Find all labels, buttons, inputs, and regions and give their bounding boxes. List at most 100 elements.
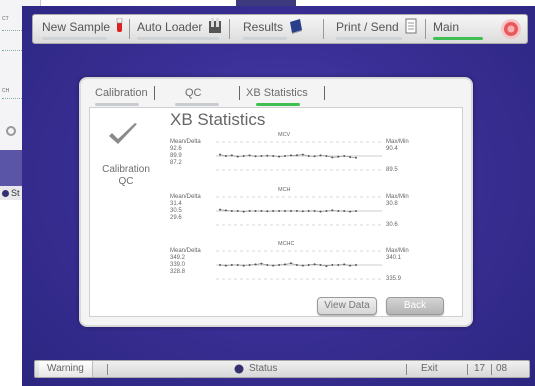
trend-point: [343, 210, 346, 212]
trend-point: [254, 155, 257, 158]
max-min-header: Max/Min: [386, 248, 409, 254]
alert-icon[interactable]: [500, 18, 522, 40]
trend-plot: [216, 250, 382, 280]
trend-point: [319, 210, 322, 213]
trend-point: [331, 264, 334, 266]
results-indicator: [243, 37, 287, 40]
trend-point: [278, 264, 281, 266]
status-divider: [467, 364, 468, 375]
trend-point: [278, 155, 281, 158]
rack-icon: [208, 18, 221, 33]
warning-indicator[interactable]: Warning: [39, 361, 93, 377]
center-value: 339.0: [170, 262, 186, 268]
main-indicator: [433, 37, 483, 40]
auto-loader-label: Auto Loader: [137, 20, 203, 34]
delta-value: 328.8: [170, 269, 186, 275]
center-value: 30.5: [170, 208, 182, 214]
background-label: CT: [2, 16, 9, 22]
trend-point: [260, 155, 263, 157]
tab-divider: [154, 86, 155, 100]
background-label: CH: [2, 88, 10, 94]
qc-label: QC: [118, 176, 134, 187]
trend-point: [219, 264, 221, 266]
tab-calibration[interactable]: Calibration: [95, 85, 148, 106]
mean-value: 92.6: [170, 146, 182, 152]
tab-xb-statistics[interactable]: XB Statistics: [246, 85, 308, 106]
trend-point: [284, 210, 286, 212]
trend-point: [337, 210, 340, 212]
trend-point: [337, 155, 340, 158]
new-sample-label: New Sample: [42, 20, 111, 34]
trend-point: [290, 154, 292, 157]
tab-qc-label: QC: [185, 87, 202, 99]
trend-point: [260, 262, 263, 265]
results-label: Results: [243, 20, 284, 34]
auto-loader-button[interactable]: Auto Loader: [137, 18, 222, 40]
mcv-chart: MCV Mean/Delta 92.6 89.9 87.2 Max/Min 90.4 89.5: [170, 132, 409, 182]
status-dot-icon: [2, 190, 9, 197]
results-book-icon: [290, 19, 303, 34]
new-sample-button[interactable]: New Sample: [42, 18, 124, 40]
max-value: 90.4: [386, 146, 398, 152]
mean-delta-header: Mean/Delta: [170, 194, 201, 200]
trend-plot: [216, 196, 382, 226]
trend-point: [325, 210, 328, 212]
trend-point: [307, 210, 310, 212]
mchc-chart: MCHC Mean/Delta 349.2 339.0 328.8 Max/Min 340.…: [170, 241, 409, 291]
tab-indicator: [175, 103, 219, 106]
print-send-button[interactable]: Print / Send: [336, 18, 418, 40]
top-toolbar: New Sample Auto Loader Results Print / S…: [32, 14, 528, 44]
toolbar-divider: [229, 19, 230, 39]
tab-indicator: [256, 103, 300, 106]
status-label[interactable]: Status: [249, 361, 277, 377]
clock-minutes: 08: [496, 363, 508, 374]
clock-divider: [491, 364, 492, 375]
clock-hours: 17: [474, 363, 486, 374]
status-dot-icon: [234, 364, 244, 374]
trend-point: [272, 210, 275, 212]
results-button[interactable]: Results: [243, 18, 304, 40]
trend-point: [343, 155, 346, 157]
min-value: 30.6: [386, 222, 398, 228]
trend-point: [248, 154, 251, 157]
min-value: 89.5: [386, 167, 398, 173]
min-value: 335.9: [386, 276, 402, 282]
tab-calibration-label: Calibration: [95, 87, 148, 99]
mean-value: 31.4: [170, 201, 182, 207]
center-value: 89.9: [170, 153, 182, 159]
trend-point: [219, 153, 221, 156]
trend-point: [295, 154, 298, 157]
trend-point: [343, 263, 346, 266]
main-button[interactable]: Main: [433, 18, 483, 40]
trend-point: [230, 210, 233, 212]
trend-point: [278, 210, 281, 212]
trend-point: [349, 156, 352, 159]
statistics-dialog: Calibration QC XB Statistics Calibration…: [79, 77, 473, 327]
trend-point: [295, 264, 298, 266]
trend-point: [266, 264, 269, 266]
trend-point: [337, 264, 340, 266]
checkmark-icon: [109, 123, 137, 144]
document-icon: [405, 18, 417, 34]
mean-delta-header: Mean/Delta: [170, 248, 201, 254]
view-data-button[interactable]: View Data: [317, 297, 377, 315]
trend-point: [295, 210, 298, 212]
trend-point: [230, 154, 233, 157]
tab-qc[interactable]: QC: [175, 85, 219, 106]
trend-point: [331, 156, 334, 159]
trend-point: [266, 154, 269, 157]
tab-xb-statistics-label: XB Statistics: [246, 87, 308, 99]
delta-value: 29.6: [170, 215, 182, 221]
trend-point: [319, 264, 322, 266]
trend-point: [355, 210, 357, 212]
back-button[interactable]: Back: [386, 297, 444, 315]
background-status-label: St: [11, 188, 20, 198]
toolbar-divider: [323, 19, 324, 39]
trend-point: [236, 155, 239, 158]
trend-plot: [216, 141, 382, 171]
trend-point: [290, 262, 292, 265]
mean-value: 349.2: [170, 255, 186, 261]
exit-button[interactable]: Exit: [421, 361, 438, 377]
main-label: Main: [433, 20, 460, 34]
max-value: 340.1: [386, 255, 402, 261]
